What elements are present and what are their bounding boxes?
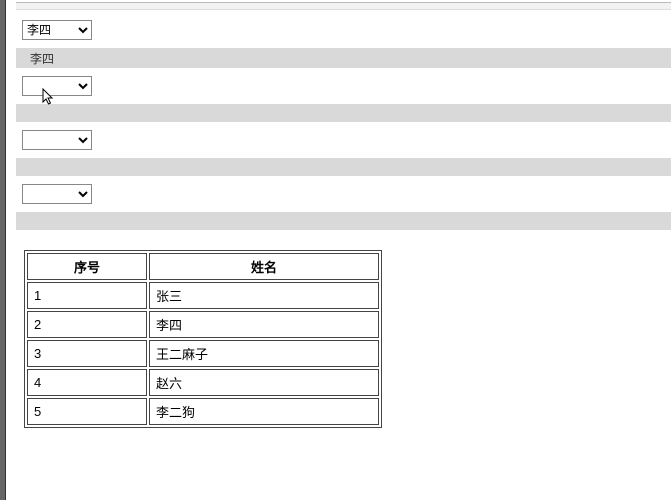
grey-band-2 [16,104,671,122]
table-row: 3 王二麻子 [27,340,379,367]
grey-band-4 [16,212,671,230]
table-header-index: 序号 [27,253,147,280]
table-row: 5 李二狗 [27,398,379,425]
grey-band-1: 李四 [16,48,671,68]
cell-name: 张三 [149,282,379,309]
select-3-wrap [22,130,671,150]
table-row: 1 张三 [27,282,379,309]
cell-index: 5 [27,398,147,425]
cell-name: 李四 [149,311,379,338]
select-3[interactable] [22,130,92,150]
cell-name: 赵六 [149,369,379,396]
content-area: 李四 李四 序号 姓名 1 张三 [10,0,671,428]
cell-index: 4 [27,369,147,396]
table-header-name: 姓名 [149,253,379,280]
window-left-edge [0,0,6,500]
grey-band-3 [16,158,671,176]
table-row: 4 赵六 [27,369,379,396]
cell-index: 3 [27,340,147,367]
select-2-wrap [22,76,671,96]
cell-index: 2 [27,311,147,338]
select-1-wrap: 李四 [22,20,671,40]
table-row: 2 李四 [27,311,379,338]
table-header-row: 序号 姓名 [27,253,379,280]
select-1[interactable]: 李四 [22,20,92,40]
cell-name: 李二狗 [149,398,379,425]
cell-name: 王二麻子 [149,340,379,367]
data-table: 序号 姓名 1 张三 2 李四 3 王二麻子 4 赵六 5 李二 [24,250,382,428]
select-4-wrap [22,184,671,204]
select-4[interactable] [22,184,92,204]
cell-index: 1 [27,282,147,309]
top-rule [16,2,671,10]
select-2[interactable] [22,76,92,96]
band-1-label: 李四 [30,52,54,66]
